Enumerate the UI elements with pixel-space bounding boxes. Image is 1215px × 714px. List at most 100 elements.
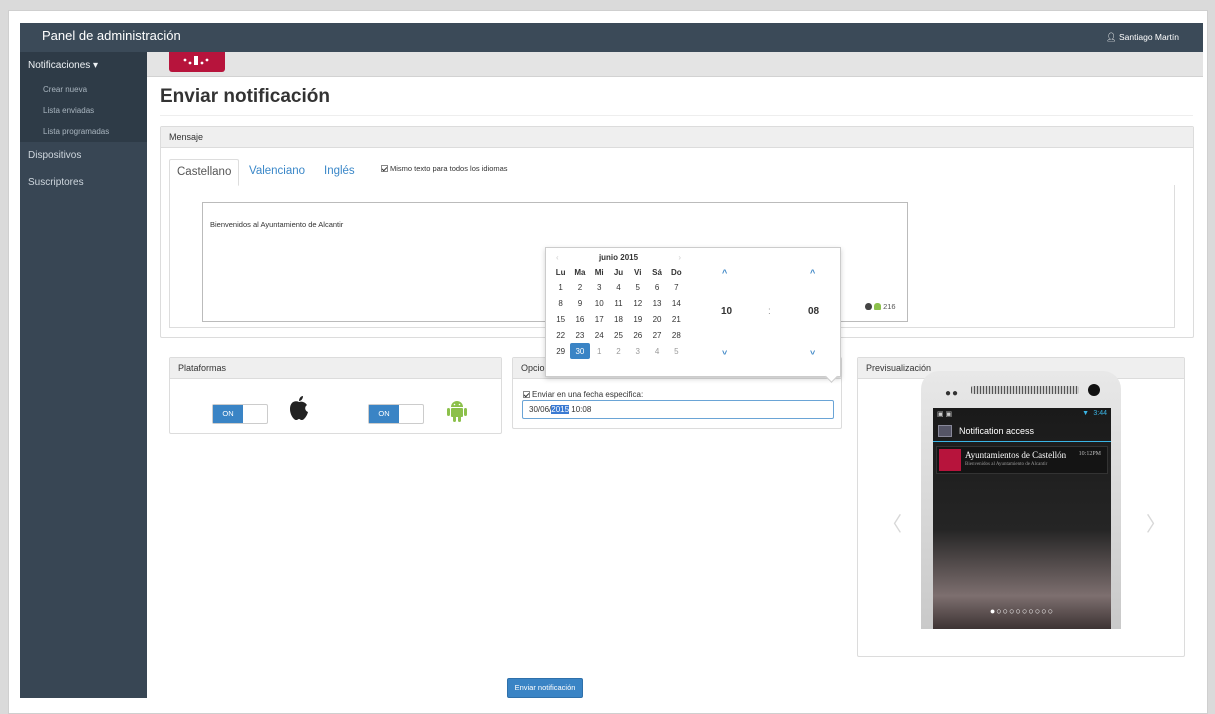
calendar-day-next-month[interactable]: 2 [609,343,628,359]
schedule-option[interactable]: Enviar en una fecha especifica: [523,390,643,399]
sidebar-item-label: Notificaciones [28,60,91,71]
ios-toggle[interactable]: ON [212,404,268,424]
notification-card: Ayuntamientos de Castellón 10:12PM Bienv… [936,446,1108,474]
tab-castellano[interactable]: Castellano [169,159,240,186]
calendar-day[interactable]: 25 [609,327,628,343]
app-title[interactable]: Panel de administración [42,28,181,43]
minute-down-icon[interactable]: ^ [810,346,815,356]
android-small-icon [874,303,882,310]
preview-pager[interactable]: ●○○○○○○○○○ [933,606,1111,616]
page-title: Enviar notificación [160,86,330,107]
weekday-label: Mi [594,267,604,277]
weekday-label: Vi [634,267,642,277]
same-text-label: Mismo texto para todos los idiomas [390,164,508,173]
ios-toggle-state: ON [213,405,243,423]
calendar-day[interactable]: 21 [667,311,686,327]
hour-value[interactable]: 10 [721,306,732,317]
carousel-prev-icon[interactable]: 〈 [882,508,902,537]
calendar-day[interactable]: 17 [590,311,609,327]
calendar-day-next-month[interactable]: 3 [628,343,647,359]
calendar-day[interactable]: 1 [551,279,570,295]
phone-screen: ▣ ▣ ▼ 3:44 Notification access Ayuntamie… [933,408,1111,629]
apple-small-icon [865,303,872,310]
sidebar-item-dispositivos[interactable]: Dispositivos [20,142,147,169]
hour-down-icon[interactable]: ^ [722,346,727,356]
send-notification-button[interactable]: Enviar notificación [507,678,583,698]
prev-month-button[interactable]: ‹ [556,251,559,265]
calendar-day[interactable]: 6 [647,279,666,295]
tab-valenciano[interactable]: Valenciano [249,159,305,186]
calendar-day[interactable]: 5 [628,279,647,295]
schedule-checkbox[interactable] [523,391,530,398]
apple-icon [290,396,308,420]
calendar-day[interactable]: 22 [551,327,570,343]
calendar-day-next-month[interactable]: 5 [667,343,686,359]
android-toggle[interactable]: ON [368,404,424,424]
calendar-day-next-month[interactable]: 1 [590,343,609,359]
char-count-value: 216 [883,302,896,311]
calendar-day[interactable]: 26 [628,327,647,343]
calendar-day[interactable]: 9 [570,295,589,311]
phone-camera [1088,384,1100,396]
carousel-next-icon[interactable]: 〉 [1146,508,1166,537]
notification-access-icon [938,425,952,437]
calendar-day-selected[interactable]: 30 [570,343,590,359]
crest-icon [183,56,209,65]
calendar-day[interactable]: 23 [570,327,589,343]
sidebar-subitem-crear-nueva[interactable]: Crear nueva [20,79,147,100]
tab-ingles[interactable]: Inglés [324,159,355,186]
same-text-option[interactable]: Mismo texto para todos los idiomas [381,164,508,173]
calendar-day[interactable]: 12 [628,295,647,311]
calendar-day[interactable]: 18 [609,311,628,327]
calendar-day[interactable]: 24 [590,327,609,343]
date-selected-part: 2015 [551,405,570,414]
calendar-day[interactable]: 15 [551,311,570,327]
time-part: 10:08 [569,405,592,414]
phone-status-bar: ▣ ▣ ▼ 3:44 [933,408,1111,421]
platforms-panel: Plataformas ON ON [169,357,502,434]
calendar-day[interactable]: 16 [570,311,589,327]
calendar-day[interactable]: 19 [628,311,647,327]
next-month-button[interactable]: › [678,251,681,265]
calendar-day[interactable]: 10 [590,295,609,311]
calendar-day[interactable]: 14 [667,295,686,311]
schedule-label: Enviar en una fecha especifica: [532,390,644,399]
sidebar-subitem-lista-programadas[interactable]: Lista programadas [20,121,147,142]
sidebar-item-notificaciones[interactable]: Notificaciones ▾ [20,52,147,79]
minute-value[interactable]: 08 [808,306,819,317]
calendar-day[interactable]: 29 [551,343,570,359]
calendar-day[interactable]: 7 [667,279,686,295]
calendar-day[interactable]: 4 [609,279,628,295]
platforms-panel-header: Plataformas [170,358,501,379]
calendar-day[interactable]: 3 [590,279,609,295]
wifi-icon: ▼ [1082,410,1089,417]
calendar-day[interactable]: 11 [609,295,628,311]
phone-speaker [971,386,1079,394]
message-text: Bienvenidos al Ayuntamiento de Alcantir [210,220,344,229]
calendar-day-next-month[interactable]: 4 [647,343,666,359]
weekday-label: Lu [555,267,566,277]
calendar-month[interactable]: junio 2015 [599,253,638,262]
weekday-label: Ju [613,267,624,277]
calendar-day[interactable]: 8 [551,295,570,311]
sidebar-subitem-lista-enviadas[interactable]: Lista enviadas [20,100,147,121]
same-text-checkbox[interactable] [381,165,388,172]
char-counter: 216 [865,302,896,311]
user-menu[interactable]: 👤︎ Santiago Martín [1106,32,1179,43]
calendar-day[interactable]: 20 [647,311,666,327]
calendar-day[interactable]: 13 [647,295,666,311]
brand-logo [169,52,225,72]
calendar-day[interactable]: 2 [570,279,589,295]
sensor-dots: ●● [945,388,960,399]
user-name: Santiago Martín [1118,32,1179,42]
time-picker: ^ ^ 10 : 08 ^ ^ [706,258,836,370]
minute-up-icon[interactable]: ^ [810,268,815,278]
hour-up-icon[interactable]: ^ [722,268,727,278]
calendar-day[interactable]: 28 [667,327,686,343]
calendar-day[interactable]: 27 [647,327,666,343]
sidebar-item-suscriptores[interactable]: Suscriptores [20,169,147,196]
message-panel-header: Mensaje [161,127,1193,148]
date-input[interactable]: 30/06/2015 10:08 [522,400,834,419]
android-toggle-state: ON [369,405,399,423]
notification-body: Bienvenidos al Ayuntamiento de Alcantir [965,462,1048,467]
